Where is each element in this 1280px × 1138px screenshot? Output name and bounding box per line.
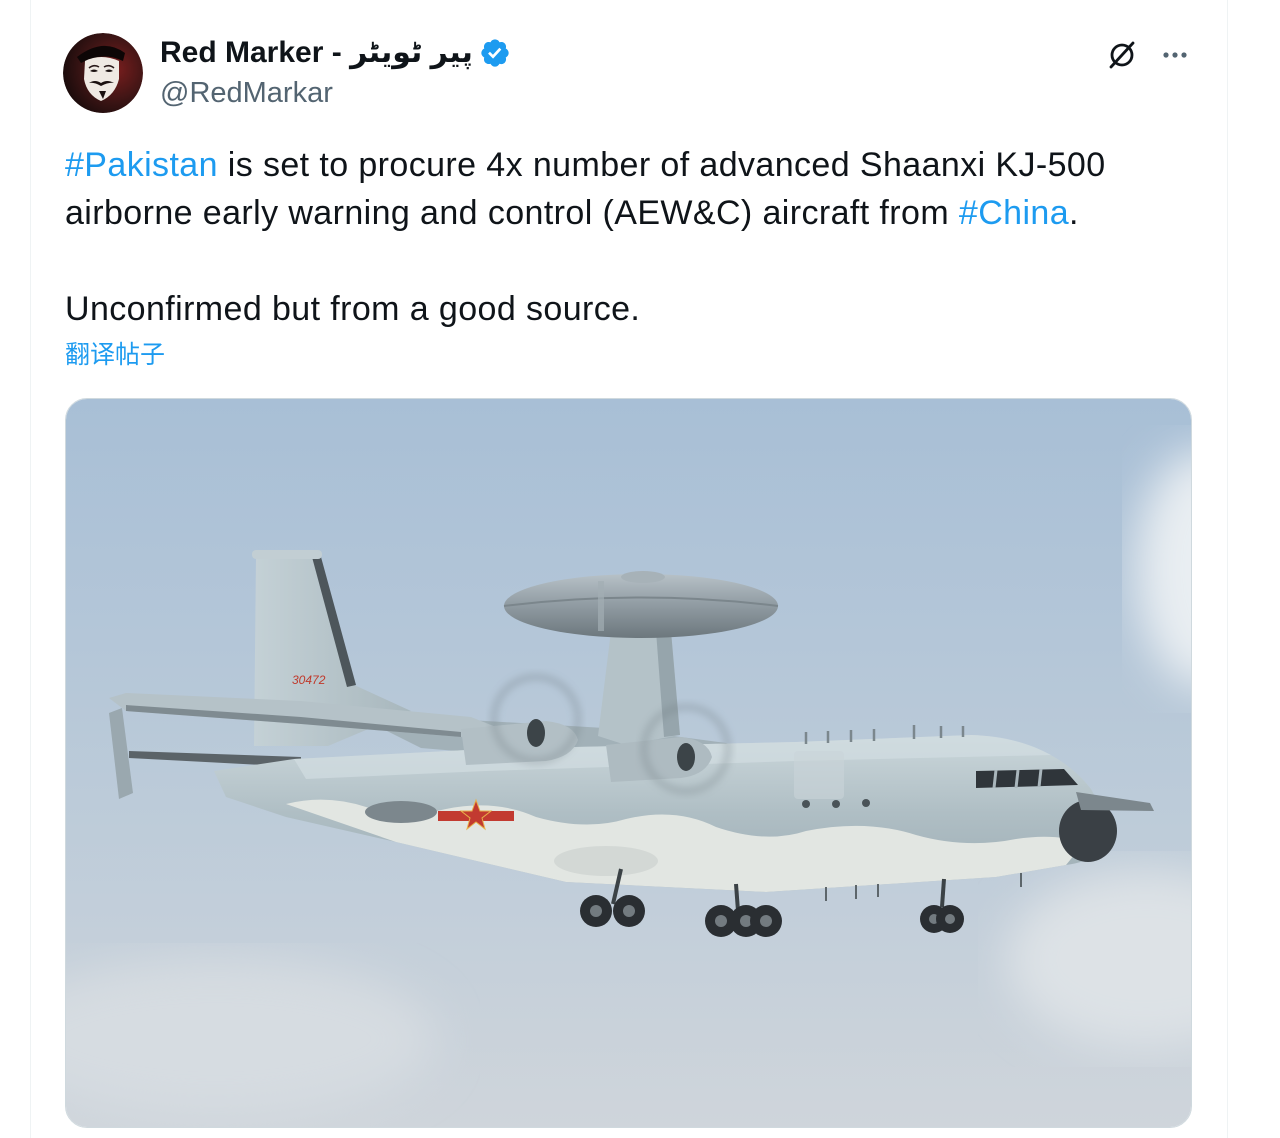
radome-dish bbox=[504, 574, 778, 638]
aircraft-photo: 30472 bbox=[66, 399, 1191, 1127]
fuselage-window bbox=[802, 800, 810, 808]
author-name-row: Red Marker - پیر ٹویٹر bbox=[160, 33, 511, 73]
tweet-text-segment-2: airborne early warning and control (AEW&… bbox=[65, 194, 959, 232]
fuselage-window bbox=[832, 800, 840, 808]
author-handle[interactable]: @RedMarkar bbox=[160, 73, 333, 113]
side-door bbox=[794, 751, 844, 799]
timeline-border-left bbox=[30, 0, 31, 1138]
grok-button[interactable] bbox=[1104, 37, 1140, 73]
fuselage-window bbox=[862, 799, 870, 807]
tweet-text-line-1: #Pakistan is set to procure 4x number of… bbox=[65, 141, 1106, 189]
landing-gear-fairing bbox=[554, 846, 658, 876]
avatar[interactable] bbox=[63, 33, 143, 113]
tweet-media-photo[interactable]: 30472 bbox=[65, 398, 1192, 1128]
tweet-text-paragraph-2: Unconfirmed but from a good source. bbox=[65, 290, 641, 328]
side-pod bbox=[365, 801, 437, 823]
translate-post-link[interactable]: 翻译帖子 bbox=[65, 340, 165, 370]
spinner-1 bbox=[527, 719, 545, 747]
main-gear-right bbox=[705, 905, 782, 937]
spinner-2 bbox=[677, 743, 695, 771]
verified-badge-icon bbox=[481, 39, 509, 67]
tail-number: 30472 bbox=[292, 673, 326, 687]
timeline-border-right bbox=[1227, 0, 1228, 1138]
hashtag-china-link[interactable]: #China bbox=[959, 194, 1069, 232]
tweet-text-segment-3: . bbox=[1069, 194, 1079, 232]
grok-icon bbox=[1109, 41, 1135, 69]
hashtag-pakistan-link[interactable]: #Pakistan bbox=[65, 146, 218, 184]
nose-gear bbox=[920, 905, 964, 933]
avatar-image bbox=[63, 33, 143, 113]
radome-divider bbox=[598, 581, 604, 631]
tail-cap bbox=[252, 550, 322, 559]
cockpit-windows bbox=[976, 769, 1078, 788]
author-display-name[interactable]: Red Marker - پیر ٹویٹر bbox=[160, 33, 473, 73]
more-options-button[interactable] bbox=[1157, 37, 1193, 73]
tweet-text-segment-1: is set to procure 4x number of advanced … bbox=[217, 146, 1106, 184]
tweet-text: #Pakistan is set to procure 4x number of… bbox=[65, 141, 1106, 237]
more-icon bbox=[1163, 52, 1187, 58]
radome-cap bbox=[621, 571, 665, 583]
tweet-text-line-2: airborne early warning and control (AEW&… bbox=[65, 189, 1106, 237]
